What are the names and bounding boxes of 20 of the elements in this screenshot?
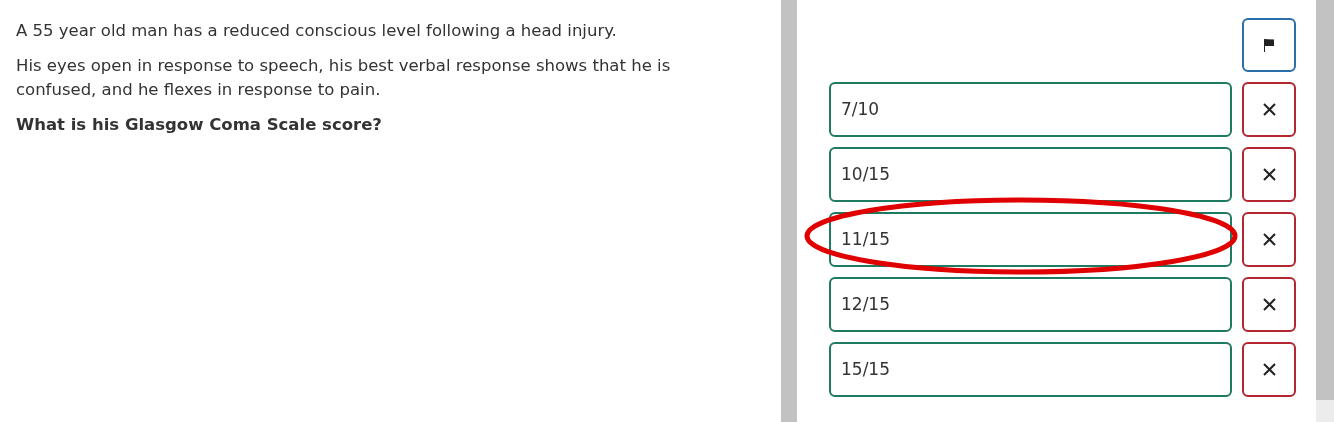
answer-option[interactable]: 12/15: [829, 277, 1232, 332]
close-icon: [1262, 363, 1276, 376]
strike-button[interactable]: [1242, 82, 1296, 137]
close-icon: [1262, 103, 1276, 116]
flag-button[interactable]: [1242, 18, 1296, 72]
flag-icon: [1263, 38, 1275, 52]
close-icon: [1262, 298, 1276, 311]
question-prompt: What is his Glasgow Coma Scale score?: [16, 114, 383, 136]
answer-option[interactable]: 15/15: [829, 342, 1232, 397]
strike-button[interactable]: [1242, 147, 1296, 202]
answer-option[interactable]: 11/15: [829, 212, 1232, 267]
question-text: His eyes open in response to speech, his best verbal response shows that he is confused, and he flexes in response to pain.: [16, 55, 672, 101]
strike-button[interactable]: [1242, 342, 1296, 397]
close-icon: [1262, 233, 1276, 246]
close-icon: [1262, 168, 1276, 181]
answer-option[interactable]: 7/10: [829, 82, 1232, 137]
answer-option[interactable]: 10/15: [829, 147, 1232, 202]
question-text: A 55 year old man has a reduced conscious level following a head injury.: [16, 20, 618, 42]
strike-button[interactable]: [1242, 277, 1296, 332]
strike-button[interactable]: [1242, 212, 1296, 267]
